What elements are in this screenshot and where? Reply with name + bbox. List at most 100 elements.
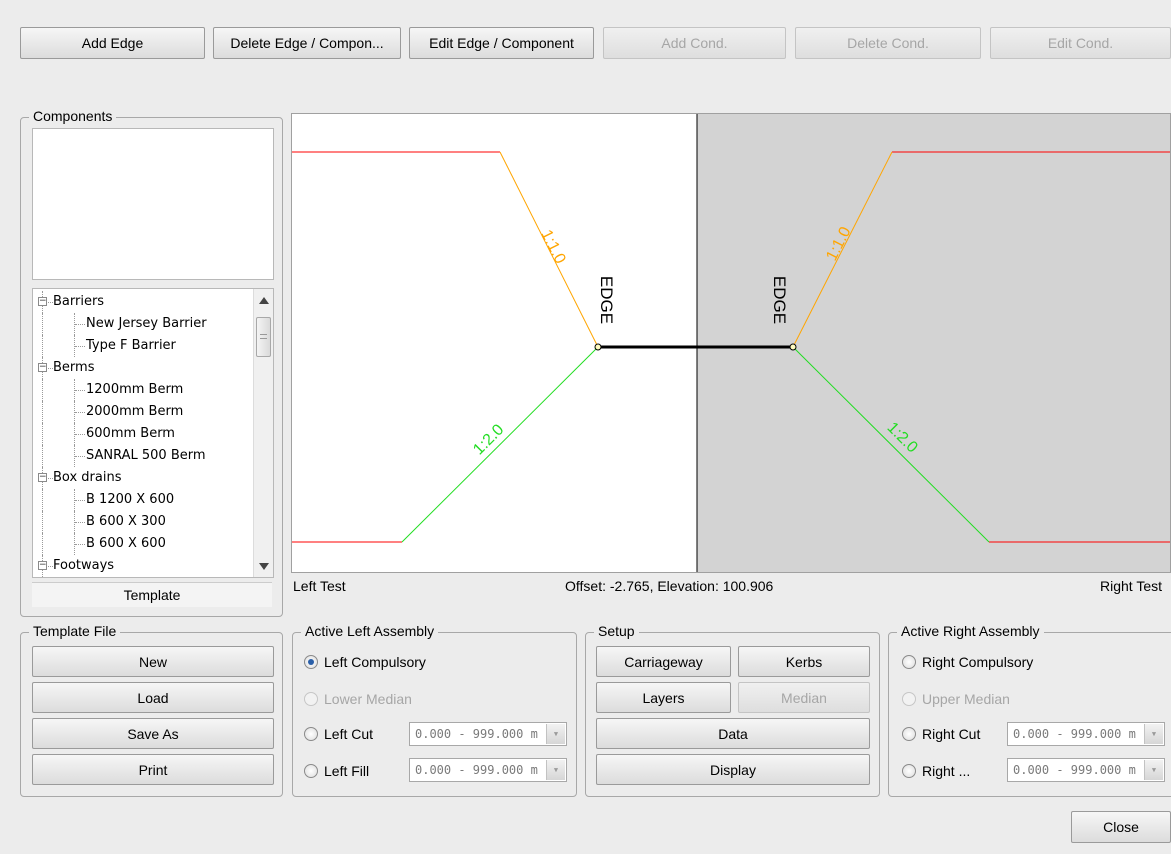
add-cond-button[interactable]: Add Cond. xyxy=(603,27,786,59)
right-side-area xyxy=(697,114,1170,572)
tree-label: Type F Barrier xyxy=(86,338,176,353)
tree-group-row[interactable]: − Footways xyxy=(33,555,247,577)
collapse-icon[interactable]: − xyxy=(38,561,47,570)
right-fill-range-select[interactable]: 0.000 - 999.000 m ▼ xyxy=(1007,758,1165,782)
right-edge-label: EDGE xyxy=(770,276,789,324)
tree-item-row[interactable]: B 600 X 300 xyxy=(33,511,247,533)
grip-icon xyxy=(260,334,267,339)
kerbs-button[interactable]: Kerbs xyxy=(738,646,870,677)
tree-guide-line xyxy=(42,401,43,423)
tree-item-row[interactable]: 600mm Berm xyxy=(33,423,247,445)
left-cut-radio[interactable]: Left Cut xyxy=(304,724,373,744)
left-fill-label: Left Fill xyxy=(324,763,370,779)
upper-median-label: Upper Median xyxy=(922,691,1010,707)
data-button[interactable]: Data xyxy=(596,718,870,749)
template-canvas[interactable]: 1:1.0 1:2.0 1:1.0 1:2.0 EDGE EDGE xyxy=(291,113,1171,573)
tree-label: 1200mm Berm xyxy=(86,382,184,397)
status-offset-elevation: Offset: -2.765, Elevation: 100.906 xyxy=(565,578,774,594)
tree-item-row[interactable]: B 1200 X 600 xyxy=(33,489,247,511)
tree-label: SANRAL 500 Berm xyxy=(86,448,206,463)
tree-item-row[interactable]: SANRAL 500 Berm xyxy=(33,445,247,467)
template-tab[interactable]: Template xyxy=(32,582,272,607)
tree-guide-line xyxy=(42,489,43,511)
close-button[interactable]: Close xyxy=(1071,811,1171,843)
left-compulsory-radio[interactable]: Left Compulsory xyxy=(304,652,426,672)
tree-group-row[interactable]: − Berms xyxy=(33,357,247,379)
load-button[interactable]: Load xyxy=(32,682,274,713)
tree-connector xyxy=(75,544,85,545)
right-cut-label: Right Cut xyxy=(922,726,981,742)
tree-connector xyxy=(75,412,85,413)
right-cut-range-value: 0.000 - 999.000 m xyxy=(1013,727,1136,741)
tree-group-row[interactable]: − Box drains xyxy=(33,467,247,489)
tree-item-row[interactable]: 1200mm Berm xyxy=(33,379,247,401)
right-fill-radio[interactable]: Right ... xyxy=(902,761,970,781)
tree-connector xyxy=(75,324,85,325)
print-button[interactable]: Print xyxy=(32,754,274,785)
left-fill-radio[interactable]: Left Fill xyxy=(304,761,369,781)
left-fill-range-select[interactable]: 0.000 - 999.000 m ▼ xyxy=(409,758,567,782)
right-compulsory-radio[interactable]: Right Compulsory xyxy=(902,652,1033,672)
display-button[interactable]: Display xyxy=(596,754,870,785)
layers-button[interactable]: Layers xyxy=(596,682,731,713)
tree-scrollbar[interactable] xyxy=(253,289,273,577)
left-cut-range-select[interactable]: 0.000 - 999.000 m ▼ xyxy=(409,722,567,746)
tree-label: B 600 X 600 xyxy=(86,536,166,551)
tree-connector xyxy=(75,456,85,457)
scroll-up-icon[interactable] xyxy=(259,297,269,304)
status-right: Right Test xyxy=(1100,578,1162,594)
tree-guide-line xyxy=(42,423,43,445)
lower-median-label: Lower Median xyxy=(324,691,412,707)
median-button[interactable]: Median xyxy=(738,682,870,713)
collapse-icon[interactable]: − xyxy=(38,473,47,482)
left-fill-range-value: 0.000 - 999.000 m xyxy=(415,763,538,777)
radio-icon xyxy=(304,727,318,741)
radio-checked-icon xyxy=(304,655,318,669)
upper-median-radio[interactable]: Upper Median xyxy=(902,689,1010,709)
tree-item-row[interactable]: B 600 X 600 xyxy=(33,533,247,555)
left-cut-label: Left Cut xyxy=(324,726,374,742)
tree-connector xyxy=(75,500,85,501)
tree-label: Berms xyxy=(53,360,95,375)
template-drawing: 1:1.0 1:2.0 1:1.0 1:2.0 EDGE EDGE xyxy=(292,114,1170,572)
lower-median-radio[interactable]: Lower Median xyxy=(304,689,412,709)
chevron-down-icon[interactable]: ▼ xyxy=(546,724,565,744)
collapse-icon[interactable]: − xyxy=(38,363,47,372)
component-tree[interactable]: − Barriers New Jersey Barrier Type F Barrie… xyxy=(32,288,274,578)
right-fill-label: Right ... xyxy=(922,763,971,779)
right-cut-range-select[interactable]: 0.000 - 999.000 m ▼ xyxy=(1007,722,1165,746)
tree-item-row[interactable]: Type F Barrier xyxy=(33,335,247,357)
delete-edge-button[interactable]: Delete Edge / Compon... xyxy=(213,27,401,59)
radio-icon xyxy=(902,655,916,669)
right-edge-node xyxy=(789,343,797,351)
save-as-button[interactable]: Save As xyxy=(32,718,274,749)
tree-label: B 600 X 300 xyxy=(86,514,166,529)
tree-label: B 1200 X 600 xyxy=(86,492,175,507)
left-edge-label: EDGE xyxy=(597,276,616,324)
tree-connector xyxy=(75,346,85,347)
add-edge-button[interactable]: Add Edge xyxy=(20,27,205,59)
template-file-title: Template File xyxy=(29,623,121,639)
right-cut-radio[interactable]: Right Cut xyxy=(902,724,980,744)
tree-label: Footways xyxy=(53,558,115,573)
tree-label: New Jersey Barrier xyxy=(86,316,207,331)
scroll-down-icon[interactable] xyxy=(259,563,269,570)
tree-item-row[interactable]: New Jersey Barrier xyxy=(33,313,247,335)
radio-icon xyxy=(304,764,318,778)
tree-guide-line xyxy=(42,335,43,357)
edit-edge-button[interactable]: Edit Edge / Component xyxy=(409,27,594,59)
tree-item-row[interactable]: 2000mm Berm xyxy=(33,401,247,423)
tree-guide-line xyxy=(42,445,43,467)
new-button[interactable]: New xyxy=(32,646,274,677)
chevron-down-icon[interactable]: ▼ xyxy=(1144,724,1163,744)
edit-cond-button[interactable]: Edit Cond. xyxy=(990,27,1171,59)
carriageway-button[interactable]: Carriageway xyxy=(596,646,731,677)
right-compulsory-label: Right Compulsory xyxy=(922,654,1034,670)
collapse-icon[interactable]: − xyxy=(38,297,47,306)
scroll-thumb[interactable] xyxy=(256,317,271,357)
delete-cond-button[interactable]: Delete Cond. xyxy=(795,27,981,59)
tree-group-row[interactable]: − Barriers xyxy=(33,291,247,313)
chevron-down-icon[interactable]: ▼ xyxy=(546,760,565,780)
chevron-down-icon[interactable]: ▼ xyxy=(1144,760,1163,780)
tree-connector xyxy=(75,434,85,435)
